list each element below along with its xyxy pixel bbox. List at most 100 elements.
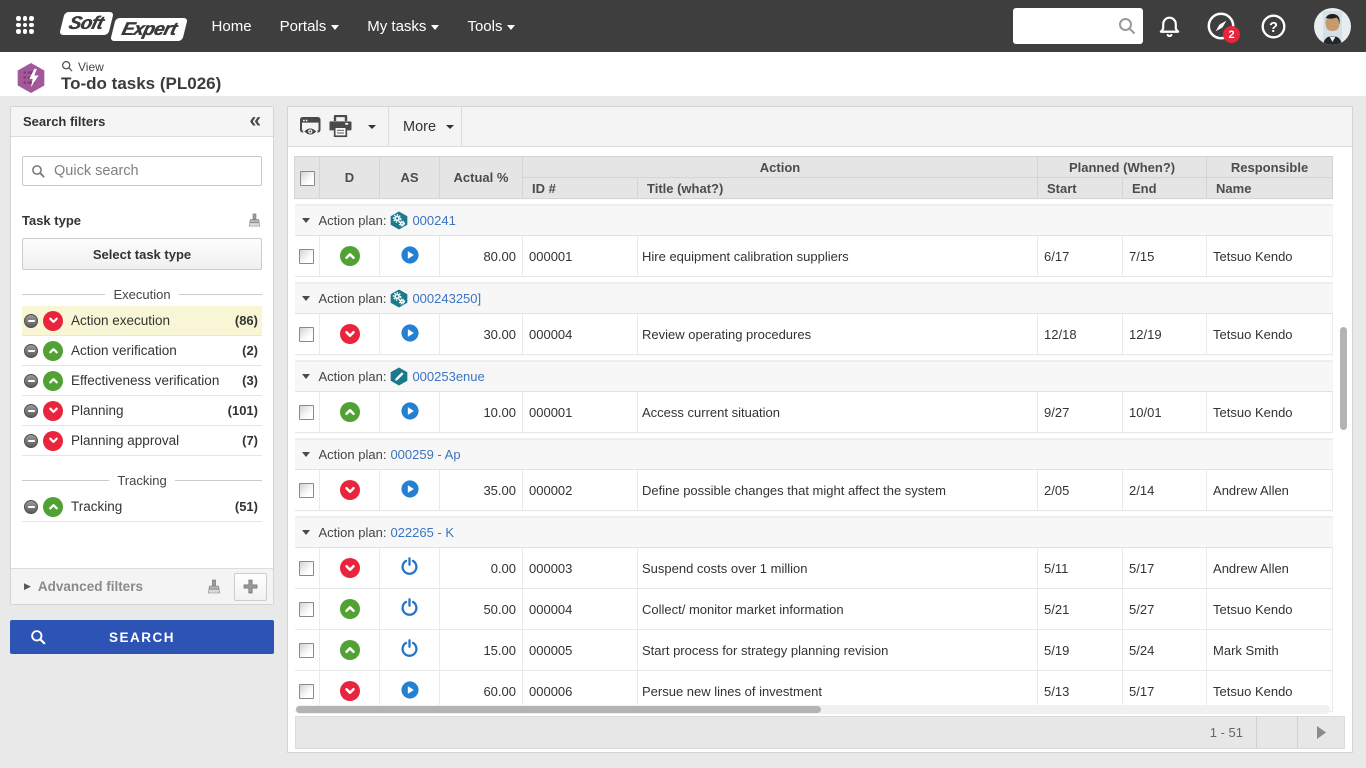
view-magnifier-icon <box>61 60 74 73</box>
vertical-scrollbar-thumb[interactable] <box>1340 327 1347 430</box>
cell-id: 000004 <box>523 314 638 355</box>
row-checkbox[interactable] <box>299 327 314 342</box>
minus-icon <box>24 434 38 448</box>
tracking-task-list: Tracking (51) <box>22 492 262 522</box>
more-dropdown-caret <box>446 125 454 129</box>
col-action-group: Action <box>523 157 1038 178</box>
clear-filter-icon[interactable] <box>206 579 222 595</box>
chevron-down-icon <box>431 25 439 30</box>
task-filter-planning-approval[interactable]: Planning approval (7) <box>22 426 262 456</box>
action-plan-link[interactable]: 000243250] <box>412 291 481 306</box>
row-checkbox[interactable] <box>299 405 314 420</box>
row-checkbox[interactable] <box>299 602 314 617</box>
cell-id: 000001 <box>523 236 638 277</box>
col-title[interactable]: Title (what?) <box>638 178 1038 199</box>
view-data-button[interactable] <box>296 113 325 140</box>
cell-end: 2/14 <box>1123 470 1207 511</box>
col-start[interactable]: Start <box>1038 178 1123 199</box>
collapse-group-icon[interactable] <box>302 296 310 301</box>
collapse-group-icon[interactable] <box>302 530 310 535</box>
nav-my-tasks[interactable]: My tasks <box>353 0 453 52</box>
cell-actual: 50.00 <box>440 589 523 630</box>
next-arrow-icon <box>1315 725 1328 740</box>
cell-name: Andrew Allen <box>1207 548 1333 589</box>
horizontal-scrollbar[interactable] <box>296 705 1330 714</box>
cell-start: 9/27 <box>1038 392 1123 433</box>
cell-name: Tetsuo Kendo <box>1207 236 1333 277</box>
vertical-scrollbar[interactable] <box>1340 159 1349 755</box>
task-type-icon <box>16 61 46 95</box>
action-plan-gears-icon <box>390 289 408 308</box>
nav-portals[interactable]: Portals <box>266 0 354 52</box>
minus-icon <box>24 500 38 514</box>
col-name[interactable]: Name <box>1207 178 1333 199</box>
guide-button[interactable]: 2 <box>1195 0 1247 52</box>
more-button[interactable]: More <box>399 115 458 139</box>
advanced-filters-label[interactable]: Advanced filters <box>38 579 206 594</box>
print-button[interactable] <box>325 111 380 142</box>
task-filter-action-execution[interactable]: Action execution (86) <box>22 306 262 336</box>
task-filter-effectiveness-verification[interactable]: Effectiveness verification (3) <box>22 366 262 396</box>
col-as[interactable]: AS <box>380 157 440 199</box>
collapse-group-icon[interactable] <box>302 218 310 223</box>
row-checkbox[interactable] <box>299 561 314 576</box>
status-ontime-icon <box>43 341 63 361</box>
cell-id: 000003 <box>523 548 638 589</box>
col-d[interactable]: D <box>320 157 380 199</box>
execution-play-icon <box>401 246 419 264</box>
collapse-group-icon[interactable] <box>302 374 310 379</box>
user-avatar[interactable] <box>1299 0 1366 52</box>
task-row: 35.00000002Define possible changes that … <box>295 470 1333 511</box>
select-all-header <box>295 157 320 199</box>
action-plan-link[interactable]: 000241 <box>412 213 455 228</box>
cell-actual: 10.00 <box>440 392 523 433</box>
cell-title: Collect/ monitor market information <box>638 589 1038 630</box>
task-filter-action-verification[interactable]: Action verification (2) <box>22 336 262 366</box>
guide-badge: 2 <box>1223 26 1240 43</box>
task-row: 15.00000005Start process for strategy pl… <box>295 630 1333 671</box>
action-plan-link[interactable]: 000253enue <box>412 369 484 384</box>
minus-icon <box>24 404 38 418</box>
help-button[interactable]: ? <box>1247 0 1299 52</box>
row-checkbox[interactable] <box>299 643 314 658</box>
task-filter-planning[interactable]: Planning (101) <box>22 396 262 426</box>
toolbar-group-more: More <box>389 107 462 146</box>
nav-tools[interactable]: Tools <box>453 0 529 52</box>
notifications-button[interactable] <box>1143 0 1195 52</box>
task-row: 30.00000004Review operating procedures12… <box>295 314 1333 355</box>
cell-actual: 15.00 <box>440 630 523 671</box>
action-plan-link[interactable]: 000259 - Ap <box>390 447 460 462</box>
status-ontime-icon <box>43 371 63 391</box>
collapse-sidebar-button[interactable]: « <box>249 110 261 131</box>
col-id[interactable]: ID # <box>523 178 638 199</box>
apps-menu-button[interactable] <box>0 0 52 52</box>
cell-title: Suspend costs over 1 million <box>638 548 1038 589</box>
action-plan-group-row: Action plan:022265 - K <box>295 511 1333 548</box>
nav-home[interactable]: Home <box>198 0 266 52</box>
next-page-button[interactable] <box>1298 716 1344 749</box>
quick-search-input[interactable] <box>54 163 253 179</box>
row-checkbox[interactable] <box>299 684 314 699</box>
row-checkbox[interactable] <box>299 483 314 498</box>
execution-play-icon <box>401 681 419 699</box>
select-all-checkbox[interactable] <box>300 171 315 186</box>
col-actual[interactable]: Actual % <box>440 157 523 199</box>
add-filter-button[interactable] <box>234 573 267 601</box>
cell-id: 000002 <box>523 470 638 511</box>
search-button[interactable]: SEARCH <box>10 620 274 654</box>
group-label: Action plan: <box>319 291 387 306</box>
print-dropdown-caret[interactable] <box>368 125 376 129</box>
row-checkbox[interactable] <box>299 249 314 264</box>
action-plan-link[interactable]: 022265 - K <box>390 525 454 540</box>
standby-power-icon <box>400 639 419 658</box>
status-ontime-icon <box>340 402 360 422</box>
horizontal-scrollbar-thumb[interactable] <box>296 706 821 713</box>
softexpert-logo[interactable]: Soft Expert <box>62 9 185 43</box>
col-end[interactable]: End <box>1123 178 1207 199</box>
task-filter-tracking[interactable]: Tracking (51) <box>22 492 262 522</box>
cell-start: 12/18 <box>1038 314 1123 355</box>
collapse-group-icon[interactable] <box>302 452 310 457</box>
expand-arrow-icon: ▶ <box>24 581 31 592</box>
clear-filter-icon[interactable] <box>247 213 262 228</box>
select-task-type-button[interactable]: Select task type <box>22 238 262 270</box>
